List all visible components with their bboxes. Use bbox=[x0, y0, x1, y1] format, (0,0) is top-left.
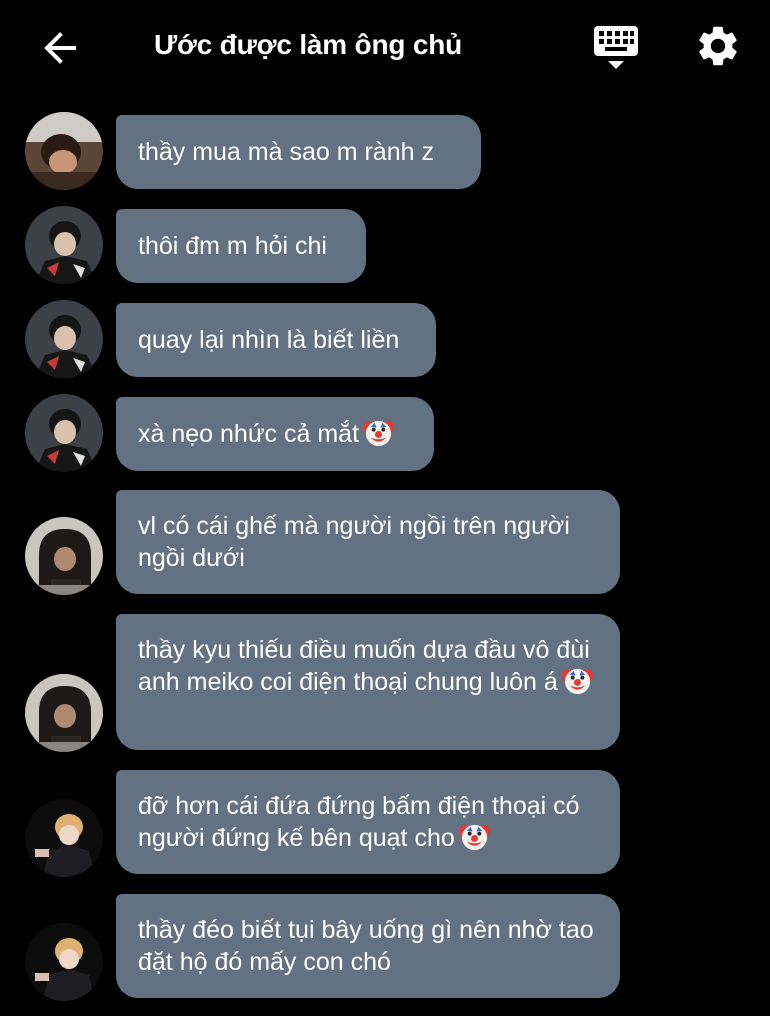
message-text: vl có cái ghế mà người ngồi trên người n… bbox=[138, 512, 570, 572]
avatar[interactable] bbox=[25, 394, 103, 472]
avatar-user-3 bbox=[25, 674, 103, 752]
avatar[interactable] bbox=[25, 674, 103, 752]
avatar-user-2 bbox=[25, 206, 103, 284]
avatar-user-4 bbox=[25, 923, 103, 1001]
message-bubble[interactable]: vl có cái ghế mà người ngồi trên người n… bbox=[116, 490, 620, 594]
message-text: thầy mua mà sao m rành z bbox=[138, 138, 434, 166]
message-text: thầy kyu thiếu điều muốn dựa đầu vô đùi … bbox=[138, 636, 590, 696]
avatar-user-1 bbox=[25, 112, 103, 190]
message-bubble[interactable]: quay lại nhìn là biết liền bbox=[116, 303, 436, 377]
avatar[interactable] bbox=[25, 923, 103, 1001]
message-text: quay lại nhìn là biết liền bbox=[138, 326, 400, 354]
avatar[interactable] bbox=[25, 300, 103, 378]
message-bubble[interactable]: xà nẹo nhức cả mắt bbox=[116, 397, 434, 471]
avatar-user-3 bbox=[25, 517, 103, 595]
avatar[interactable] bbox=[25, 112, 103, 190]
message-text: đỡ hơn cái đứa đứng bấm điện thoại có ng… bbox=[138, 792, 580, 852]
message-text: thầy đéo biết tụi bây uống gì nên nhờ ta… bbox=[138, 916, 594, 976]
message-text: thôi đm m hỏi chi bbox=[138, 232, 327, 260]
message-bubble[interactable]: thôi đm m hỏi chi bbox=[116, 209, 366, 283]
message-bubble[interactable]: đỡ hơn cái đứa đứng bấm điện thoại có ng… bbox=[116, 770, 620, 874]
avatar-user-4 bbox=[25, 799, 103, 877]
message-bubble[interactable]: thầy kyu thiếu điều muốn dựa đầu vô đùi … bbox=[116, 614, 620, 750]
clown-face-icon bbox=[459, 821, 490, 852]
message-bubble[interactable]: thầy đéo biết tụi bây uống gì nên nhờ ta… bbox=[116, 894, 620, 998]
avatar-user-2 bbox=[25, 394, 103, 472]
avatar[interactable] bbox=[25, 517, 103, 595]
avatar-user-2 bbox=[25, 300, 103, 378]
message-list: thầy mua mà sao m rành z thôi đm m hỏi c… bbox=[0, 0, 770, 1016]
avatar[interactable] bbox=[25, 206, 103, 284]
message-text: xà nẹo nhức cả mắt bbox=[138, 420, 360, 448]
message-bubble[interactable]: thầy mua mà sao m rành z bbox=[116, 115, 481, 189]
avatar[interactable] bbox=[25, 799, 103, 877]
clown-face-icon bbox=[562, 665, 593, 696]
clown-face-icon bbox=[363, 417, 394, 448]
